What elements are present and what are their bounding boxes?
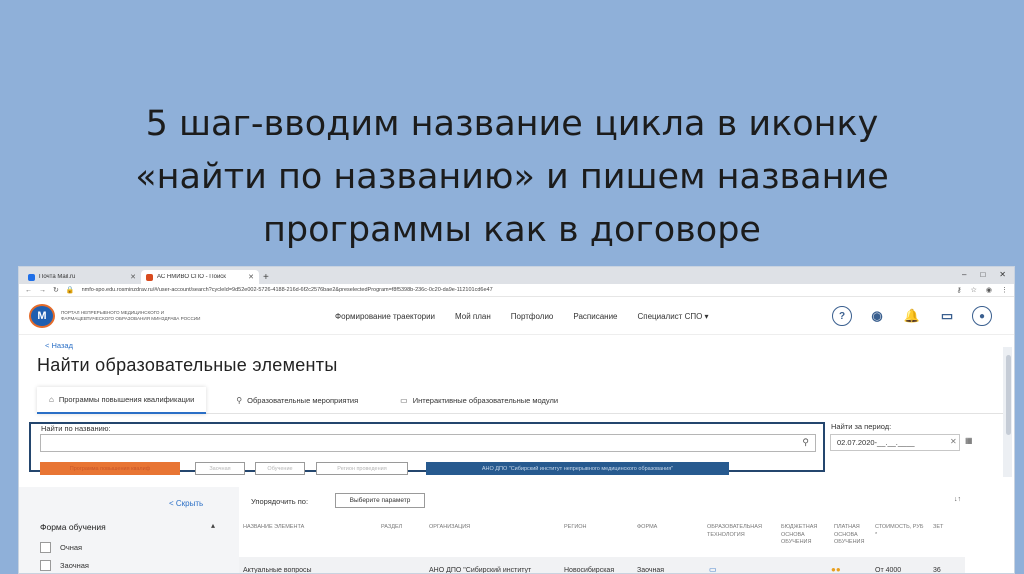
checkbox[interactable] [40,542,51,553]
nav-schedule[interactable]: Расписание [573,312,617,321]
browser-tabbar: Почта Mail.ru ✕ АС НМИВО СПО - Поиск ✕ +… [19,267,1014,284]
checkbox[interactable] [40,560,51,571]
new-tab-button[interactable]: + [263,272,269,283]
col-header-zet[interactable]: ЗЕТ [933,524,953,532]
col-header-paid[interactable]: Платная основа обучения [834,524,876,547]
browser-screenshot: Почта Mail.ru ✕ АС НМИВО СПО - Поиск ✕ +… [18,266,1015,574]
option-ochnaya[interactable]: Очная [40,542,82,553]
nav-specialist[interactable]: Специалист СПО ▾ [637,312,708,321]
minimize-button[interactable]: – [962,270,966,279]
maximize-button[interactable]: □ [980,270,985,279]
sort-icon[interactable]: ↓↑ [954,496,961,503]
tab-modules[interactable]: ▭ Интерактивные образовательные модули [388,387,570,414]
back-arrow-icon[interactable]: ← [25,287,32,294]
browser-tab-mail[interactable]: Почта Mail.ru ✕ [23,270,141,284]
cell-region: Новосибирская [564,567,615,574]
cell-zet: 36 [933,567,941,574]
filter-chip-study[interactable]: Обучение [255,462,305,475]
address-bar: ← → ↻ 🔒 nmfo-spo.edu.rosminzdrav.ru/#/us… [19,284,1014,297]
pin-icon: ⚲ [236,395,243,405]
profile-icon[interactable]: ● [972,306,992,326]
nav-portfolio[interactable]: Портфолио [511,312,554,321]
nav-my-plan[interactable]: Мой план [455,312,491,321]
caret-up-icon[interactable]: ▴ [211,521,215,530]
close-tab-icon[interactable]: ✕ [248,273,254,281]
portal-logo-icon[interactable]: М [29,303,55,328]
page-title: Найти образовательные элементы [37,355,338,375]
reload-icon[interactable]: ↻ [53,286,59,294]
filter-group-title: Форма обучения [40,522,106,532]
coins-icon: ●● [831,565,841,574]
bell-icon[interactable]: 🔔 [902,306,922,326]
slide-title-line-1: 5 шаг-вводим название цикла в иконку [145,104,879,144]
lock-icon: 🔒 [65,287,75,294]
forward-arrow-icon[interactable]: → [39,287,46,294]
search-by-name-input[interactable]: ⚲ [40,434,816,452]
option-label: Очная [60,543,83,552]
browser-tab-label: АС НМИВО СПО - Поиск [157,274,226,280]
eye-icon[interactable]: ◉ [867,306,887,326]
building-icon: ⌂ [49,394,54,404]
main-nav: Формирование траектории Мой план Портфол… [335,297,709,335]
slide-title-line-3: программы как в договоре [263,210,761,250]
mail-favicon-icon [28,273,35,281]
cell-form: Заочная [637,567,665,574]
monitor-icon: ▭ [400,395,408,405]
cell-name[interactable]: Актуальные вопросы [243,567,312,573]
logo-text: ПОРТАЛ НЕПРЕРЫВНОГО МЕДИЦИНСКОГО И ФАРМА… [61,309,201,321]
key-icon[interactable]: ⚷ [956,286,961,294]
filter-chip-form[interactable]: Заочная [195,462,245,475]
filter-chip-region[interactable]: Регион проведения [316,462,408,475]
browser-tab-search[interactable]: АС НМИВО СПО - Поиск ✕ [141,270,259,284]
filter-sidebar: < Скрыть Форма обучения ▴ Очная Заочная [19,487,239,573]
close-tab-icon[interactable]: ✕ [130,273,136,281]
period-label: Найти за период: [831,422,892,431]
col-header-form[interactable]: Форма [637,524,677,532]
cell-cost: От 4000 [875,567,902,574]
star-icon[interactable]: ☆ [971,286,977,294]
profile-icon[interactable]: ◉ [986,286,992,294]
as-favicon-icon [146,273,153,281]
col-header-org[interactable]: Организация [429,524,509,532]
option-zaochnaya[interactable]: Заочная [40,560,89,571]
window-controls: – □ ✕ [962,270,1006,279]
site-header: М ПОРТАЛ НЕПРЕРЫВНОГО МЕДИЦИНСКОГО И ФАР… [19,297,1014,335]
col-header-cost[interactable]: Стоимость, руб * [875,524,927,539]
sort-label: Упорядочить по: [251,497,309,506]
col-header-region[interactable]: Регион [564,524,604,532]
chat-icon[interactable]: ▭ [937,306,957,326]
calendar-icon[interactable]: ▦ [965,436,973,445]
element-type-tabs: ⌂ Программы повышения квалификации ⚲ Обр… [37,386,1007,414]
close-window-button[interactable]: ✕ [999,270,1006,279]
sort-select[interactable]: Выберите параметр [335,493,425,508]
tab-programs[interactable]: ⌂ Программы повышения квалификации [37,386,207,414]
scrollbar-thumb[interactable] [1006,355,1011,435]
slide-title-line-2: «найти по названию» и пишем название [135,157,889,197]
col-header-section[interactable]: Раздел [381,524,421,532]
cell-org: АНО ДПО "Сибирский институт [429,567,532,574]
col-header-budget[interactable]: Бюджетная основа обучения [781,524,831,547]
period-input[interactable]: 02.07.2020-__.__.____ [830,434,960,451]
collapse-button[interactable]: < Скрыть [169,499,203,508]
option-label: Заочная [60,561,89,570]
col-header-technology[interactable]: Образовательная технология [707,524,777,539]
browser-tab-label: Почта Mail.ru [39,274,76,280]
tab-label: Образовательные мероприятия [247,395,359,405]
search-label: Найти по названию: [41,424,111,433]
tab-label: Программы повышения квалификации [58,394,195,404]
col-header-name[interactable]: Название элемента [243,524,323,532]
tab-label: Интерактивные образовательные модули [412,395,559,405]
clear-icon[interactable]: ✕ [950,437,957,446]
filter-chip-program[interactable]: Программа повышения квалиф [40,462,180,475]
slide-title: 5 шаг-вводим название цикла в иконку «на… [60,98,964,257]
filter-chip-organization[interactable]: АНО ДПО "Сибирский институт непрерывного… [426,462,729,475]
url-field[interactable]: nmfo-spo.edu.rosminzdrav.ru/#/user-accou… [82,287,950,293]
monitor-icon: ▭ [709,565,717,574]
search-icon[interactable]: ⚲ [802,437,809,448]
menu-icon[interactable]: ⋮ [1001,286,1008,294]
help-icon[interactable]: ? [832,306,852,326]
nav-trajectory[interactable]: Формирование траектории [335,312,435,321]
back-link[interactable]: < Назад [45,341,73,350]
tab-events[interactable]: ⚲ Образовательные мероприятия [224,387,370,414]
